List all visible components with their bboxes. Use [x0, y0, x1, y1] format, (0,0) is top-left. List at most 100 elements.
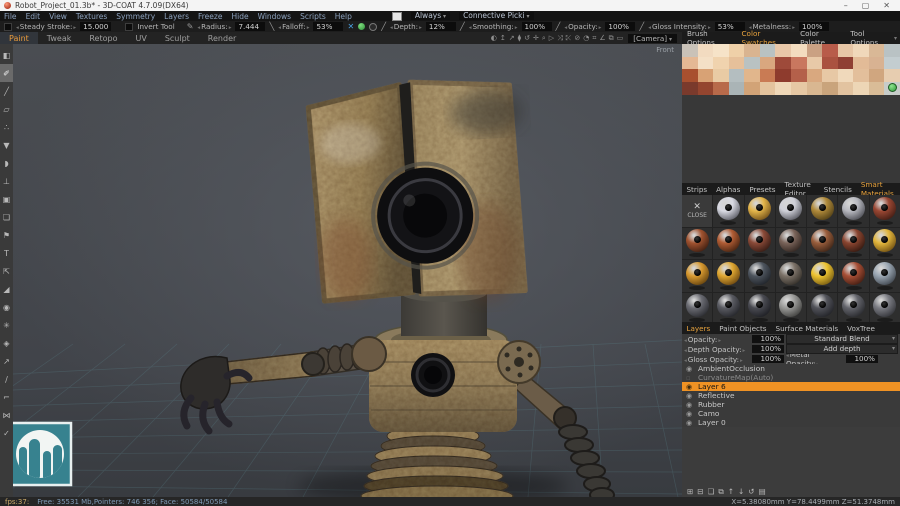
color-swatch[interactable] — [869, 69, 885, 82]
panel-tab-voxtree[interactable]: VoxTree — [843, 324, 880, 333]
smart-material-thumbnail[interactable] — [870, 195, 900, 227]
smart-material-thumbnail[interactable] — [870, 228, 900, 260]
layer-row-curvaturemap-auto[interactable]: ▫CurvatureMap(Auto) — [682, 373, 900, 382]
eraser-tool[interactable]: ▱ — [0, 100, 13, 118]
color-swatch[interactable] — [884, 57, 900, 70]
smart-material-thumbnail[interactable] — [713, 228, 743, 260]
color-swatch[interactable] — [853, 82, 869, 95]
opacity-field[interactable]: 100% — [605, 22, 635, 31]
smart-material-thumbnail[interactable] — [776, 228, 806, 260]
color-swatch[interactable] — [729, 69, 745, 82]
menu-item-view[interactable]: View — [49, 12, 67, 21]
color-swatch[interactable] — [713, 44, 729, 57]
color-swatch[interactable] — [884, 69, 900, 82]
panel-tab-surface-materials[interactable]: Surface Materials — [771, 324, 843, 333]
color-swatch[interactable] — [760, 44, 776, 57]
menu-item-hide[interactable]: Hide — [231, 12, 248, 21]
workspace-tab-tweak[interactable]: Tweak — [38, 32, 81, 44]
smart-material-thumbnail[interactable] — [745, 195, 775, 227]
drop-icon[interactable]: ⧫ — [518, 34, 521, 42]
color-swatch[interactable] — [729, 44, 745, 57]
text-tool[interactable]: T — [0, 244, 13, 262]
layer-row-rubber[interactable]: ◉Rubber — [682, 400, 900, 409]
opacity-curve-icon[interactable]: ╱ — [556, 22, 561, 31]
color-swatch[interactable] — [698, 44, 714, 57]
workspace-tab-paint[interactable]: Paint — [0, 32, 38, 44]
color-swatch[interactable] — [682, 69, 698, 82]
gloss-opacity-field[interactable]: 100% — [752, 355, 784, 363]
minimize-button[interactable]: – — [844, 1, 848, 10]
smart-material-thumbnail[interactable] — [682, 228, 712, 260]
color-swatch[interactable] — [682, 82, 698, 95]
color-swatch[interactable] — [729, 82, 745, 95]
color-swatch[interactable] — [744, 82, 760, 95]
color-swatch[interactable] — [838, 82, 854, 95]
panel-menu-icon[interactable]: ▾ — [894, 35, 897, 42]
layer-visibility-icon[interactable]: ◉ — [686, 392, 694, 400]
layer-visibility-icon[interactable]: ◉ — [686, 383, 694, 391]
depth-opacity-field[interactable]: 100% — [752, 345, 784, 353]
smart-material-thumbnail[interactable] — [713, 260, 743, 292]
new-layer-button[interactable]: ⊞ — [687, 487, 693, 496]
secondary-color-indicator[interactable] — [369, 23, 377, 31]
color-picker-dot[interactable] — [888, 83, 897, 92]
smart-material-thumbnail[interactable] — [745, 293, 775, 325]
color-swatch[interactable] — [682, 44, 698, 57]
pose-icon[interactable]: ↗ — [509, 34, 515, 42]
camera-dropdown[interactable]: [Camera] — [628, 34, 677, 43]
menu-item-symmetry[interactable]: Symmetry — [116, 12, 155, 21]
layer-visibility-icon[interactable]: ◉ — [686, 419, 694, 427]
menu-item-edit[interactable]: Edit — [26, 12, 41, 21]
smart-material-thumbnail[interactable] — [807, 228, 837, 260]
color-swatch[interactable] — [698, 82, 714, 95]
smart-material-thumbnail[interactable] — [838, 293, 868, 325]
layer-history-button[interactable]: ↺ — [748, 487, 754, 496]
panel-tab-stencils[interactable]: Stencils — [819, 185, 856, 194]
depth-field[interactable]: 12% — [426, 22, 456, 31]
curve-tool[interactable]: ⚑ — [0, 226, 13, 244]
eye-tool[interactable]: ◉ — [0, 298, 13, 316]
play-icon[interactable]: ▷ — [549, 34, 554, 42]
smart-material-thumbnail[interactable] — [713, 195, 743, 227]
color-swatch[interactable] — [775, 82, 791, 95]
color-swatch[interactable] — [807, 69, 823, 82]
picker-tool[interactable]: ↗ — [0, 352, 13, 370]
gloss-curve-icon[interactable]: ╱ — [639, 22, 644, 31]
blend-mode-dropdown[interactable]: Standard Blend — [786, 334, 898, 344]
workspace-tab-render[interactable]: Render — [199, 32, 245, 44]
color-swatch[interactable] — [853, 57, 869, 70]
panel-tab-layers[interactable]: Layers — [682, 324, 715, 333]
pan-icon[interactable]: ✛ — [533, 34, 539, 42]
clock-icon[interactable]: ◔ — [583, 34, 589, 42]
falloff-curve-icon[interactable]: ╲ — [269, 22, 274, 31]
layer-visibility-icon[interactable]: ▫ — [686, 374, 694, 382]
symmetry-tool[interactable]: ⋈ — [0, 406, 13, 424]
color-swatch[interactable] — [775, 69, 791, 82]
iron-tool[interactable]: ⌐ — [0, 388, 13, 406]
image-stamp-tool[interactable]: ▣ — [0, 190, 13, 208]
zoom-icon[interactable]: ⌕ — [542, 34, 546, 43]
perspective-icon[interactable]: ∠ — [599, 34, 605, 42]
viewport-3d[interactable]: Front — [13, 44, 682, 497]
color-swatch[interactable] — [791, 57, 807, 70]
layer-visibility-icon[interactable]: ◉ — [686, 401, 694, 409]
clear-color-icon[interactable]: ✕ — [347, 22, 354, 31]
depth-mode-dropdown[interactable]: Add depth — [786, 344, 898, 354]
smart-material-thumbnail[interactable] — [807, 293, 837, 325]
smart-material-thumbnail[interactable] — [713, 293, 743, 325]
smart-material-thumbnail[interactable] — [807, 260, 837, 292]
smart-material-thumbnail[interactable] — [870, 293, 900, 325]
smart-material-thumbnail[interactable] — [838, 195, 868, 227]
snap-left-icon[interactable]: ⤨ — [557, 34, 563, 43]
smart-material-thumbnail[interactable] — [682, 293, 712, 325]
stamp-tool[interactable]: ⊥ — [0, 172, 13, 190]
color-swatch[interactable] — [838, 57, 854, 70]
invert-tool-checkbox[interactable] — [125, 23, 133, 31]
radius-field[interactable]: 7.444 — [235, 22, 265, 31]
smart-material-thumbnail[interactable] — [807, 195, 837, 227]
panel-tab-strips[interactable]: Strips — [682, 185, 712, 194]
menu-item-scripts[interactable]: Scripts — [300, 12, 326, 21]
layer-visibility-icon[interactable]: ◉ — [686, 365, 694, 373]
workspace-tab-uv[interactable]: UV — [126, 32, 155, 44]
layer-visibility-icon[interactable]: ◉ — [686, 410, 694, 418]
